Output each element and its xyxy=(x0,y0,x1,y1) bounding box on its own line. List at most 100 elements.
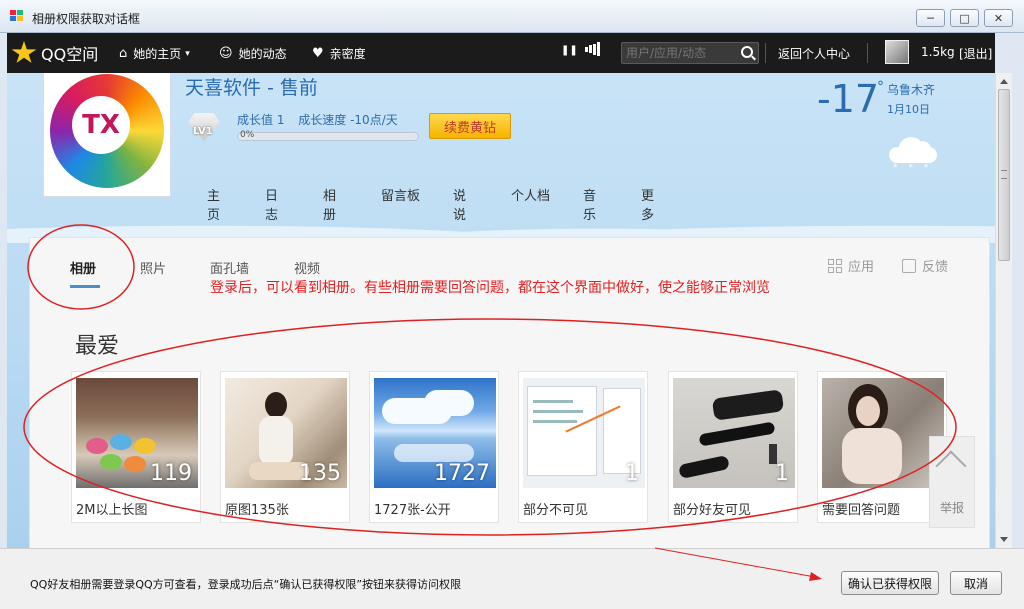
album-cover-image: 119 xyxy=(76,378,198,488)
subnav-home[interactable]: 主页 xyxy=(207,185,220,223)
pause-icon[interactable]: ❚❚ xyxy=(561,45,578,56)
grid-icon xyxy=(828,258,842,273)
window-title: 相册权限获取对话框 xyxy=(32,12,141,26)
feedback-label: 反馈 xyxy=(922,260,949,275)
album-card[interactable]: 1727 1727张-公开 xyxy=(369,371,499,523)
scroll-up-icon[interactable] xyxy=(1000,79,1008,84)
album-name: 需要回答问题 xyxy=(822,503,901,518)
growth-speed: 成长速度 -10点/天 xyxy=(298,113,398,127)
feedback-button[interactable]: 反馈 xyxy=(902,256,948,275)
subnav-guestbook[interactable]: 留言板 xyxy=(381,185,420,204)
search-box[interactable] xyxy=(621,42,759,64)
album-card[interactable]: 119 2M以上长图 xyxy=(71,371,201,523)
user-avatar[interactable] xyxy=(885,40,909,64)
album-name: 1727张-公开 xyxy=(374,503,451,518)
confirm-permission-button[interactable]: 确认已获得权限 xyxy=(841,571,939,595)
heart-icon: ♥ xyxy=(312,46,324,61)
nav-label: 她的动态 xyxy=(238,47,287,61)
back-to-top-icon[interactable] xyxy=(935,450,967,482)
subnav-shuoshuo[interactable]: 说说 xyxy=(453,185,466,223)
scroll-down-icon[interactable] xyxy=(1000,537,1008,542)
album-cover-image xyxy=(822,378,944,488)
album-card[interactable]: 135 原图135张 xyxy=(220,371,350,523)
subnav-albums[interactable]: 相册 xyxy=(323,185,336,223)
album-card[interactable]: 需要回答问题 xyxy=(817,371,947,523)
avatar-inner: TX xyxy=(72,96,130,154)
snow-cloud-icon: * * * xyxy=(889,135,937,175)
vertical-scrollbar[interactable] xyxy=(995,73,1012,548)
album-photo-count: 1 xyxy=(625,461,639,486)
qzone-logo-text: QQ空间 xyxy=(41,45,99,64)
degree-symbol: ° xyxy=(877,79,884,95)
profile-page: TX 天喜软件 - 售前 LV1 成长值 1 成长速度 -10点/天 0% 续费… xyxy=(7,73,995,548)
signal-icon[interactable] xyxy=(585,42,600,56)
search-icon[interactable] xyxy=(741,46,753,58)
album-cover-image: 135 xyxy=(225,378,347,488)
annotation-text: 登录后，可以看到相册。有些相册需要回答问题，都在这个界面中做好，使之能够正常浏览 xyxy=(210,280,770,296)
back-to-personal-center-link[interactable]: 返回个人中心 xyxy=(778,45,850,62)
album-card[interactable]: 1 部分不可见 xyxy=(518,371,648,523)
subnav-more[interactable]: 更多 xyxy=(641,185,654,223)
divider xyxy=(765,43,766,63)
progress-label: 0% xyxy=(240,130,255,140)
album-name: 原图135张 xyxy=(225,503,289,518)
weather-city: 乌鲁木齐 xyxy=(887,83,936,97)
snowflakes: * * * xyxy=(893,163,933,173)
growth-info: 成长值 1 成长速度 -10点/天 xyxy=(237,111,408,128)
report-label: 举报 xyxy=(940,501,965,515)
subnav-blog[interactable]: 日志 xyxy=(265,185,278,223)
edit-icon xyxy=(902,258,916,273)
chevron-down-icon: ▾ xyxy=(185,48,190,59)
close-button[interactable]: ✕ xyxy=(984,9,1013,27)
tab-photos[interactable]: 照片 xyxy=(140,258,166,277)
profile-name[interactable]: 天喜软件 - 售前 xyxy=(185,73,318,100)
album-photo-count: 1727 xyxy=(434,461,490,486)
logout-link[interactable]: [退出] xyxy=(959,45,992,62)
tab-albums[interactable]: 相册 xyxy=(70,258,96,277)
apps-label: 应用 xyxy=(848,260,875,275)
album-photo-count: 135 xyxy=(299,461,341,486)
album-card[interactable]: 1 部分好友可见 xyxy=(668,371,798,523)
level-badge-icon[interactable]: LV1 xyxy=(185,113,223,143)
avatar-logo-text: TX xyxy=(82,110,120,140)
tab-face-wall[interactable]: 面孔墙 xyxy=(210,258,249,277)
apps-button[interactable]: 应用 xyxy=(828,256,874,275)
album-name: 部分不可见 xyxy=(523,503,589,518)
nav-intimacy[interactable]: ♥ 亲密度 xyxy=(312,45,366,62)
maximize-button[interactable]: □ xyxy=(950,9,979,27)
nav-label: 亲密度 xyxy=(329,47,366,61)
growth-progress-bar: 0% xyxy=(237,130,419,141)
temperature: -17 xyxy=(817,77,880,121)
login-instruction-text: QQ好友相册需要登录QQ方可查看，登录成功后点“确认已获得权限”按钮来获得访问权… xyxy=(30,578,462,591)
divider xyxy=(867,43,868,63)
nav-label: 她的主页 xyxy=(133,47,182,61)
weight-value: 1.5kg xyxy=(921,45,955,59)
subnav-profile[interactable]: 个人档 xyxy=(511,185,550,204)
album-cover-image: 1727 xyxy=(374,378,496,488)
level-label: LV1 xyxy=(193,126,213,137)
album-cover-image: 1 xyxy=(673,378,795,488)
album-photo-count: 119 xyxy=(150,461,192,486)
app-icon xyxy=(10,10,24,22)
qzone-logo[interactable]: QQ空间 xyxy=(11,41,98,65)
minimize-button[interactable]: ─ xyxy=(916,9,945,27)
cancel-button[interactable]: 取消 xyxy=(950,571,1002,595)
qzone-star-icon xyxy=(11,41,37,63)
search-input[interactable] xyxy=(626,45,736,61)
home-icon: ⌂ xyxy=(119,46,128,61)
report-button[interactable]: 举报 xyxy=(929,436,975,528)
tab-videos[interactable]: 视频 xyxy=(294,258,320,277)
album-photo-count: 1 xyxy=(775,461,789,486)
growth-value: 成长值 1 xyxy=(237,113,285,127)
subnav-music[interactable]: 音乐 xyxy=(583,185,596,223)
album-cover-image: 1 xyxy=(523,378,645,488)
nav-her-homepage[interactable]: ⌂ 她的主页 ▾ xyxy=(119,45,190,62)
nav-her-feed[interactable]: ☺ 她的动态 xyxy=(219,45,287,62)
renew-yellow-diamond-button[interactable]: 续费黄钻 xyxy=(429,113,511,139)
section-title-favorites: 最爱 xyxy=(75,334,120,359)
album-name: 2M以上长图 xyxy=(76,503,148,518)
weather-widget: -17 ° 乌鲁木齐 1月10日 xyxy=(817,77,935,121)
qzone-topbar: QQ空间 ⌂ 她的主页 ▾ ☺ 她的动态 ♥ 亲密度 ❚❚ 返回个人中心 1.5… xyxy=(7,33,995,73)
scroll-thumb[interactable] xyxy=(998,89,1010,261)
avatar[interactable]: TX xyxy=(43,73,171,197)
